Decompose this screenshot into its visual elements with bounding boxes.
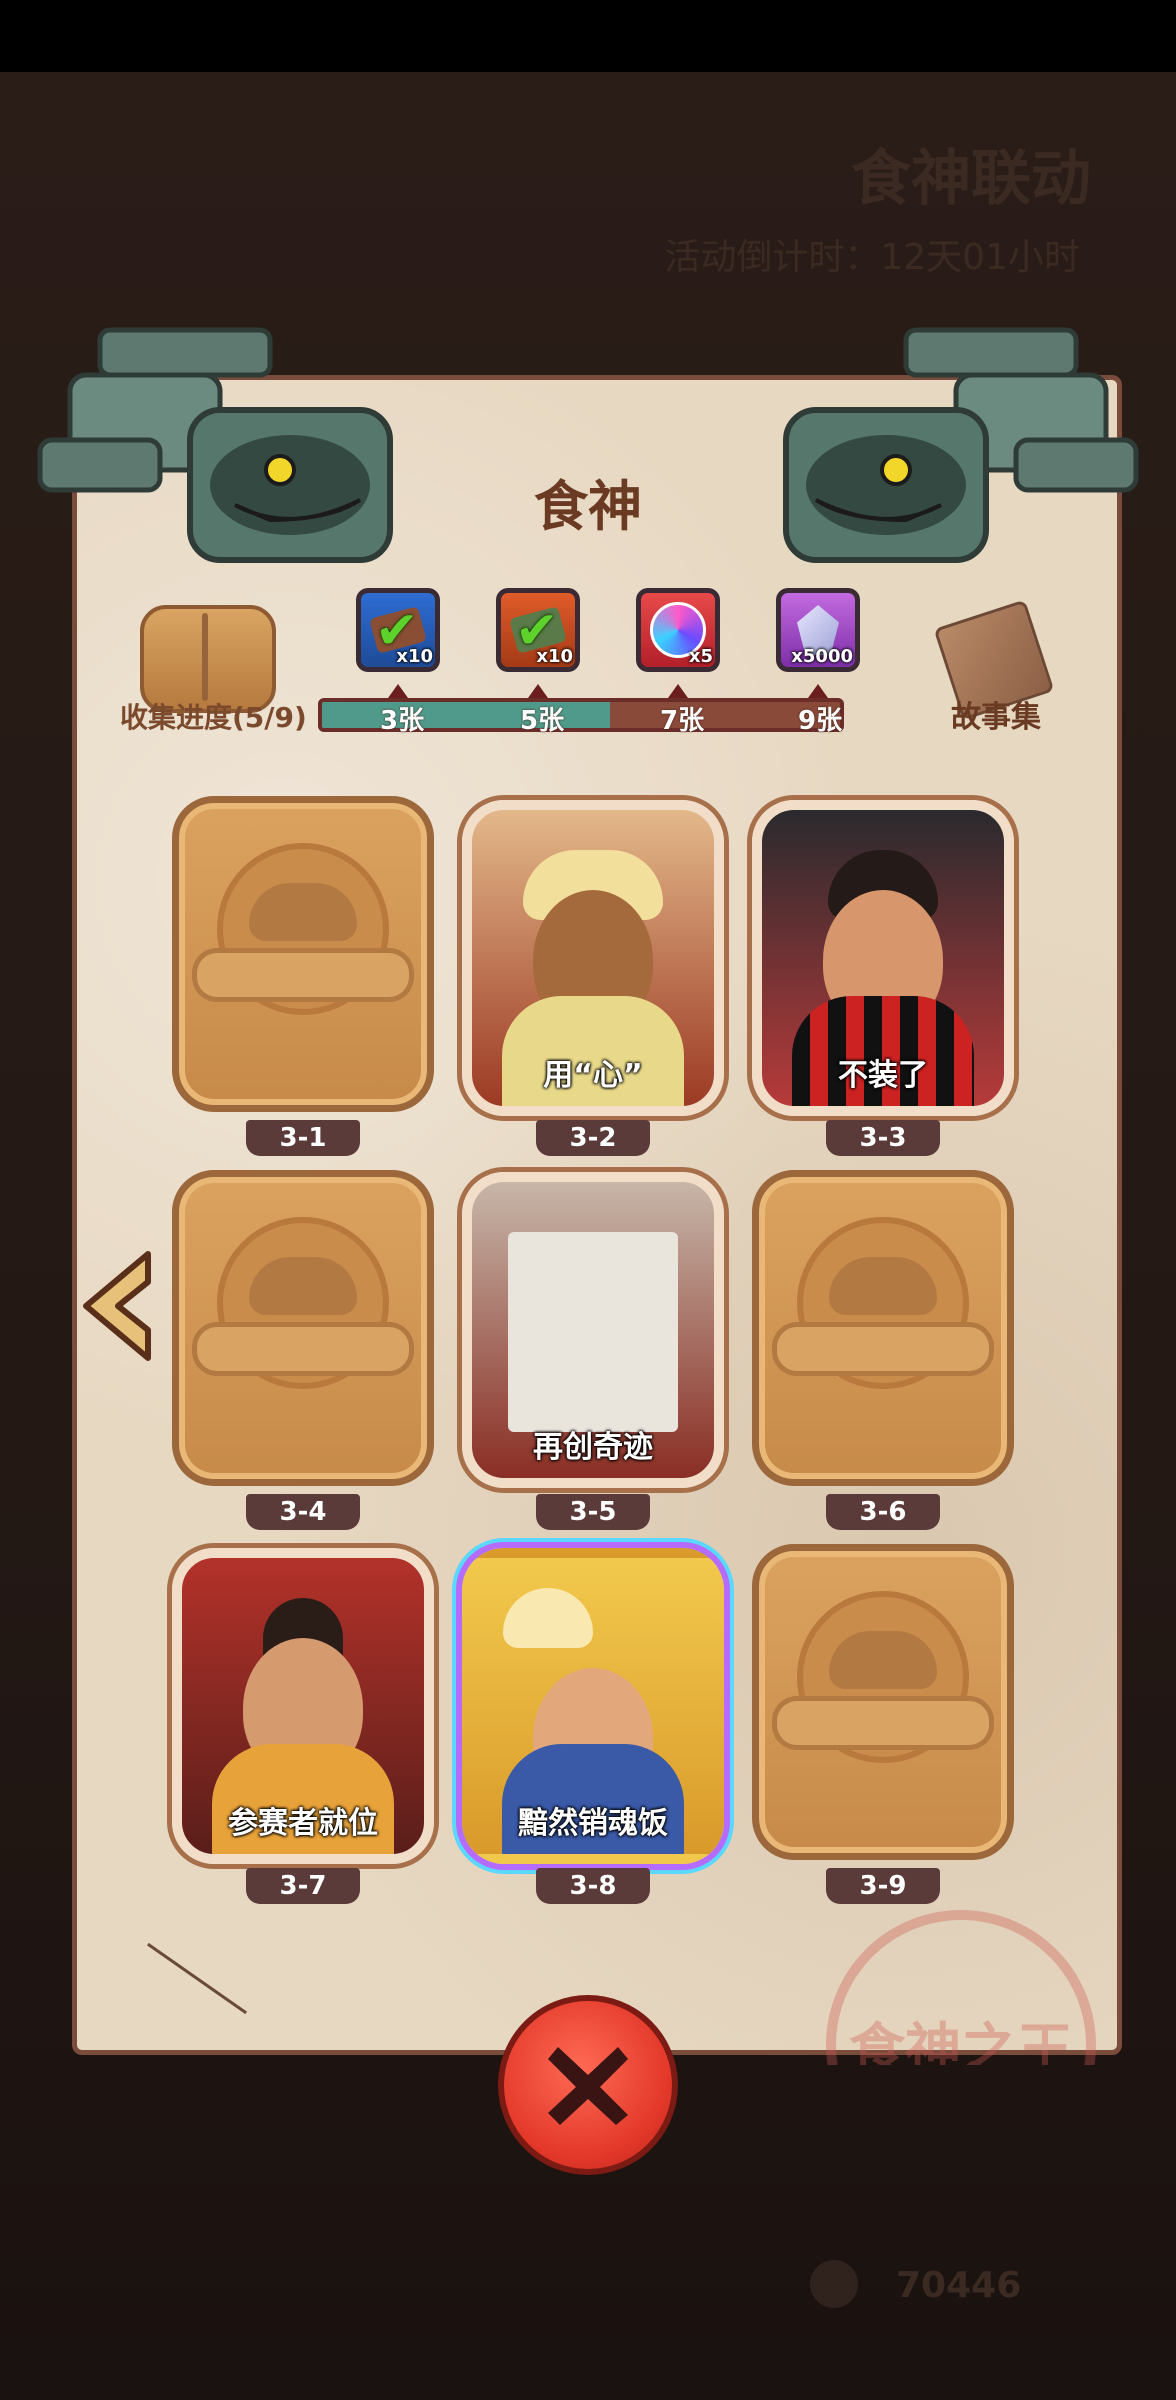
threshold-label: 9张	[798, 706, 843, 736]
card-number-tag: 3-7	[246, 1868, 360, 1904]
card-number-tag: 3-9	[826, 1868, 940, 1904]
card-3-1[interactable]	[172, 796, 434, 1112]
locked-card-emblem	[197, 843, 409, 1015]
locked-card-emblem	[197, 1217, 409, 1389]
card-3-2[interactable]: 用“心”	[462, 800, 724, 1116]
card-number-tag: 3-8	[536, 1868, 650, 1904]
dialog-title: 食神	[534, 475, 642, 538]
previous-page-arrow-icon[interactable]	[78, 1248, 156, 1364]
card-3-8[interactable]: 黯然销魂饭	[462, 1548, 724, 1864]
card-caption: 用“心”	[543, 1058, 643, 1093]
card-3-9[interactable]	[752, 1544, 1014, 1860]
card-number-tag: 3-5	[536, 1494, 650, 1530]
card-3-4[interactable]	[172, 1170, 434, 1486]
newspaper	[508, 1232, 678, 1432]
card-number-tag: 3-6	[826, 1494, 940, 1530]
card-3-6[interactable]	[752, 1170, 1014, 1486]
card-number-tag: 3-2	[536, 1120, 650, 1156]
threshold-label: 5张	[520, 706, 565, 736]
paper-scratch	[146, 1942, 248, 2015]
currency-icon	[810, 2260, 858, 2308]
currency-amount: 70446	[896, 2265, 1022, 2306]
card-caption: 黯然销魂饭	[518, 1806, 668, 1841]
progress-bar-fill	[322, 702, 610, 728]
status-bar	[0, 0, 1176, 72]
reward-2[interactable]: ✔ x10	[496, 588, 580, 672]
reward-pointer	[528, 684, 548, 698]
reward-pointer	[388, 684, 408, 698]
card-3-7[interactable]: 参赛者就位	[172, 1548, 434, 1864]
reward-pointer	[668, 684, 688, 698]
rice-bowl	[503, 1588, 593, 1648]
card-3-3[interactable]: 不装了	[752, 800, 1014, 1116]
event-countdown: 活动倒计时：12天01小时	[664, 237, 1080, 278]
collection-progress-label: 收集进度(5/9)	[120, 701, 307, 734]
locked-card-emblem	[777, 1591, 989, 1763]
reward-qty: x10	[396, 646, 433, 667]
reward-4[interactable]: x5000	[776, 588, 860, 672]
locked-card-emblem	[777, 1217, 989, 1389]
reward-qty: x10	[536, 646, 573, 667]
card-number-tag: 3-3	[826, 1120, 940, 1156]
reward-pointer	[808, 684, 828, 698]
card-caption: 不装了	[838, 1058, 928, 1093]
reward-qty: x5000	[791, 646, 853, 667]
storybook-label[interactable]: 故事集	[946, 692, 1046, 736]
card-caption: 再创奇迹	[533, 1430, 653, 1465]
card-caption: 参赛者就位	[228, 1806, 378, 1841]
event-title: 食神联动	[851, 144, 1091, 214]
reward-3[interactable]: x5	[636, 588, 720, 672]
close-icon	[548, 2047, 628, 2125]
threshold-label: 3张	[380, 706, 425, 736]
card-number-tag: 3-4	[246, 1494, 360, 1530]
reward-1[interactable]: ✔ x10	[356, 588, 440, 672]
threshold-label: 7张	[660, 706, 705, 736]
reward-qty: x5	[688, 646, 713, 667]
close-button[interactable]	[498, 1995, 678, 2175]
card-number-tag: 3-1	[246, 1120, 360, 1156]
card-3-5[interactable]: 再创奇迹	[462, 1172, 724, 1488]
